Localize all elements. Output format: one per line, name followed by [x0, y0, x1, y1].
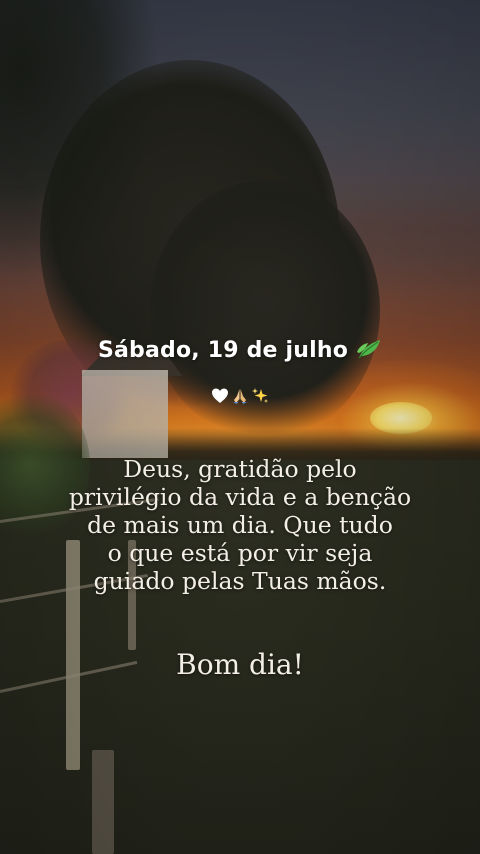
message-line: o que está por vir seja — [107, 539, 373, 567]
message-line: de mais um dia. Que tudo — [87, 511, 393, 539]
leaf-icon — [356, 338, 382, 360]
date-heading: Sábado, 19 de julho — [0, 338, 480, 363]
message-line: guiado pelas Tuas mãos. — [93, 567, 387, 595]
white-heart-icon — [211, 387, 229, 405]
message-text: Deus, gratidão pelo privilégio da vida e… — [40, 455, 440, 595]
vignette — [0, 0, 480, 854]
emoji-row — [0, 387, 480, 405]
date-text: Sábado, 19 de julho — [97, 338, 349, 363]
sparkles-icon — [251, 387, 269, 405]
story-card: Sábado, 19 de julho Deus, gratidão pelo … — [0, 0, 480, 854]
message-line: privilégio da vida e a benção — [68, 483, 412, 511]
greeting-text: Bom dia! — [176, 648, 304, 681]
message-line: Deus, gratidão pelo — [123, 455, 357, 483]
praying-hands-icon — [231, 387, 249, 405]
